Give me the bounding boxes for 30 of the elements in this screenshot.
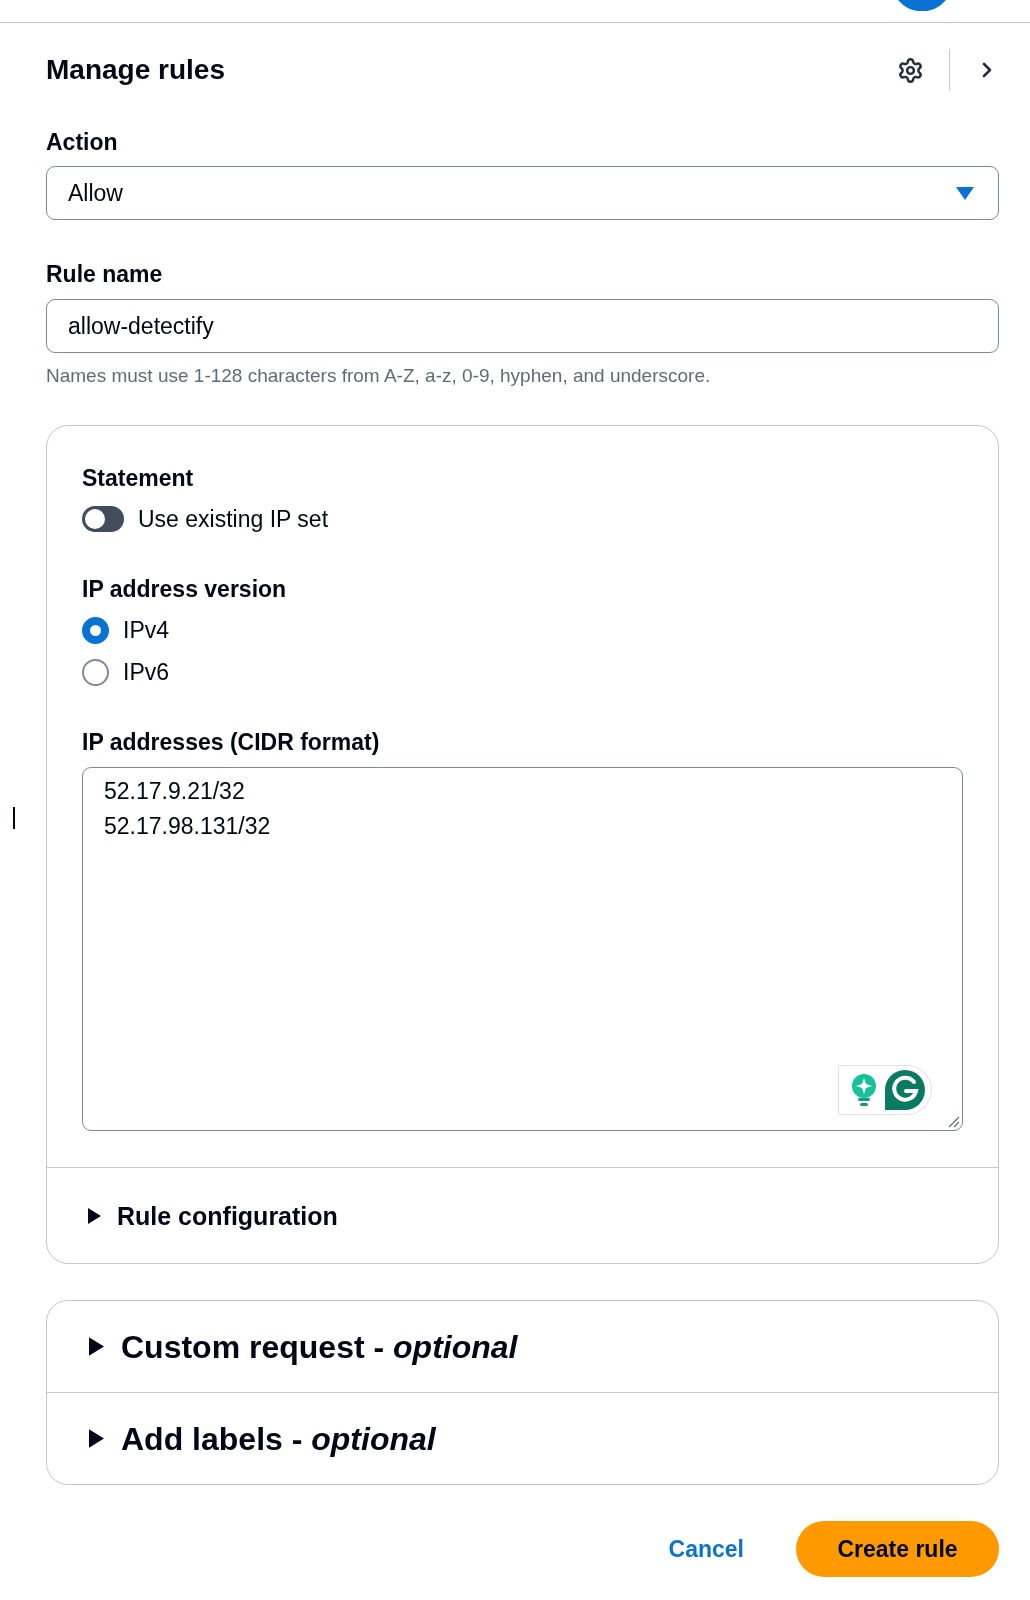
ip-address-text: 52.17.98.131/32 xyxy=(104,812,271,841)
radio-button[interactable] xyxy=(82,616,109,644)
cancel-button[interactable]: Cancel xyxy=(660,1529,752,1569)
caret-down-icon xyxy=(956,186,974,200)
section-expander[interactable]: Custom request - optional xyxy=(47,1301,998,1392)
floating-widget[interactable] xyxy=(838,1065,932,1115)
field-hint: Names must use 1-128 characters from A-Z, a-z, 0-9, hyphen, and underscore. xyxy=(46,364,711,388)
radio-label: IPv4 xyxy=(123,616,170,644)
field-label: IP addresses (CIDR format) xyxy=(82,728,380,756)
field-label: IP address version xyxy=(82,575,287,603)
settings-icon[interactable] xyxy=(897,56,924,84)
ip-addresses-field[interactable]: 52.17.9.21/32 52.17.98.131/32 xyxy=(82,767,963,1131)
text-cursor-icon xyxy=(13,807,15,829)
field-label: Rule name xyxy=(46,260,163,288)
lightbulb-icon xyxy=(851,1074,877,1106)
section-label: Statement xyxy=(82,464,194,492)
create-rule-button[interactable]: Create rule xyxy=(796,1521,999,1577)
field-label: Action xyxy=(46,128,118,156)
ip-address-text: 52.17.9.21/32 xyxy=(104,777,245,806)
section-expander[interactable]: Add labels - optional xyxy=(47,1393,998,1484)
panel-title: Manage rules xyxy=(46,53,225,87)
toggle-label: Use existing IP set xyxy=(138,505,329,533)
rule-name-field[interactable]: allow-detectify xyxy=(46,299,999,353)
radio-button[interactable] xyxy=(82,658,109,686)
toggle-switch[interactable] xyxy=(82,506,124,532)
resize-handle-icon[interactable] xyxy=(948,1116,960,1128)
radio-label: IPv6 xyxy=(123,658,170,686)
circular-logo-icon xyxy=(885,1070,925,1110)
action-select[interactable]: Allow xyxy=(46,166,999,220)
rule-configuration-expander[interactable]: Rule configuration xyxy=(47,1168,998,1263)
